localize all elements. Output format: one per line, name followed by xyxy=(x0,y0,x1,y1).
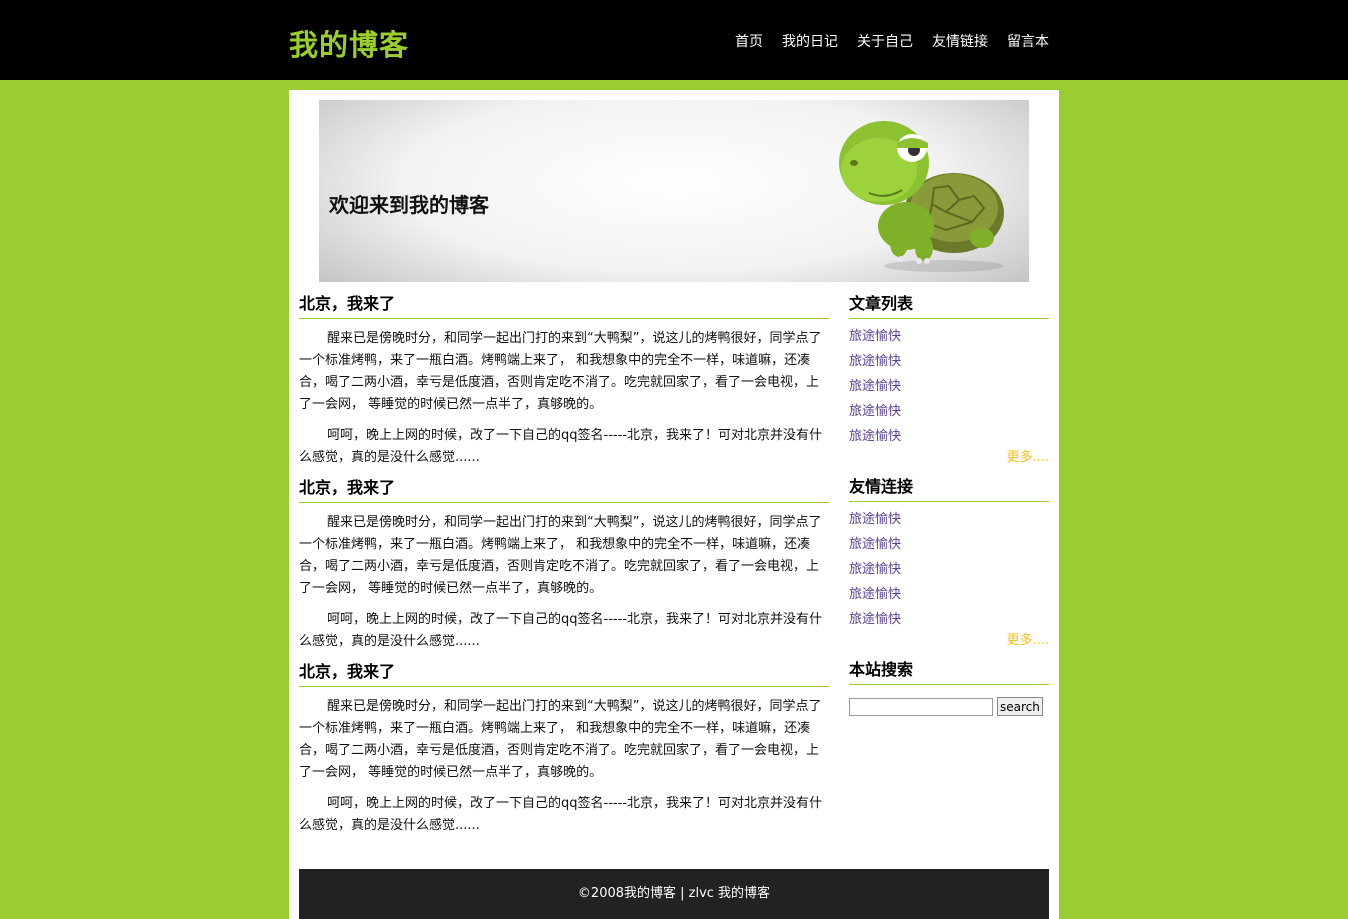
friend-link[interactable]: 旅途愉快 xyxy=(849,587,901,602)
banner-title: 欢迎来到我的博客 xyxy=(329,193,489,217)
nav-home[interactable]: 首页 xyxy=(735,31,763,51)
list-item: 旅途愉快 xyxy=(849,532,1049,557)
search-button[interactable]: search xyxy=(997,697,1043,716)
article-paragraph: 醒来已是傍晚时分，和同学一起出门打的来到“大鸭梨”，说这儿的烤鸭很好，同学点了一… xyxy=(299,331,822,412)
article-link[interactable]: 旅途愉快 xyxy=(849,404,901,419)
list-item: 旅途愉快 xyxy=(849,582,1049,607)
article-link[interactable]: 旅途愉快 xyxy=(849,379,901,394)
friend-link[interactable]: 旅途愉快 xyxy=(849,612,901,627)
article-link[interactable]: 旅途愉快 xyxy=(849,329,901,344)
article-paragraph: 呵呵，晚上上网的时候，改了一下自己的qq签名-----北京，我来了！可对北京并没… xyxy=(299,612,822,649)
article-link[interactable]: 旅途愉快 xyxy=(849,354,901,369)
top-bar-inner: 我的博客 首页 我的日记 关于自己 友情链接 留言本 xyxy=(289,0,1059,80)
nav-diary[interactable]: 我的日记 xyxy=(782,31,838,51)
article-title[interactable]: 北京，我来了 xyxy=(299,477,829,503)
article-paragraph: 呵呵，晚上上网的时候，改了一下自己的qq签名-----北京，我来了！可对北京并没… xyxy=(299,428,822,465)
search-input[interactable] xyxy=(849,697,993,716)
footer: ©2008我的博客 | zlvc 我的博客 xyxy=(299,869,1049,919)
friend-link[interactable]: 旅途愉快 xyxy=(849,537,901,552)
article-paragraph: 醒来已是傍晚时分，和同学一起出门打的来到“大鸭梨”，说这儿的烤鸭很好，同学点了一… xyxy=(299,515,822,596)
article: 北京，我来了 醒来已是傍晚时分，和同学一起出门打的来到“大鸭梨”，说这儿的烤鸭很… xyxy=(299,661,829,837)
site-logo[interactable]: 我的博客 xyxy=(289,22,409,64)
article: 北京，我来了 醒来已是傍晚时分，和同学一起出门打的来到“大鸭梨”，说这儿的烤鸭很… xyxy=(299,477,829,653)
list-item: 旅途愉快 xyxy=(849,424,1049,449)
friend-links-section: 友情连接 旅途愉快 旅途愉快 旅途愉快 旅途愉快 旅途愉快 更多.... xyxy=(849,476,1049,651)
friend-link[interactable]: 旅途愉快 xyxy=(849,562,901,577)
article: 北京，我来了 醒来已是傍晚时分，和同学一起出门打的来到“大鸭梨”，说这儿的烤鸭很… xyxy=(299,293,829,469)
list-item: 旅途愉快 xyxy=(849,607,1049,632)
article-list: 旅途愉快 旅途愉快 旅途愉快 旅途愉快 旅途愉快 xyxy=(849,324,1049,449)
more-links-link[interactable]: 更多.... xyxy=(1006,633,1049,648)
list-item: 旅途愉快 xyxy=(849,399,1049,424)
nav-guestbook[interactable]: 留言本 xyxy=(1007,31,1049,51)
nav-about[interactable]: 关于自己 xyxy=(857,31,913,51)
list-item: 旅途愉快 xyxy=(849,557,1049,582)
more-row: 更多.... xyxy=(849,630,1049,651)
article-title[interactable]: 北京，我来了 xyxy=(299,661,829,687)
article-link[interactable]: 旅途愉快 xyxy=(849,429,901,444)
search-row: search xyxy=(849,697,1049,716)
article-paragraph: 醒来已是傍晚时分，和同学一起出门打的来到“大鸭梨”，说这儿的烤鸭很好，同学点了一… xyxy=(299,699,822,780)
nav-links[interactable]: 友情链接 xyxy=(932,31,988,51)
list-item: 旅途愉快 xyxy=(849,507,1049,532)
article-paragraph: 呵呵，晚上上网的时候，改了一下自己的qq签名-----北京，我来了！可对北京并没… xyxy=(299,796,822,833)
friend-link[interactable]: 旅途愉快 xyxy=(849,512,901,527)
friend-links-heading: 友情连接 xyxy=(849,476,1049,502)
article-title[interactable]: 北京，我来了 xyxy=(299,293,829,319)
site-search-heading: 本站搜索 xyxy=(849,659,1049,685)
list-item: 旅途愉快 xyxy=(849,349,1049,374)
list-item: 旅途愉快 xyxy=(849,374,1049,399)
top-bar: 我的博客 首页 我的日记 关于自己 友情链接 留言本 xyxy=(0,0,1348,80)
main-content: 北京，我来了 醒来已是傍晚时分，和同学一起出门打的来到“大鸭梨”，说这儿的烤鸭很… xyxy=(299,293,829,845)
sidebar: 文章列表 旅途愉快 旅途愉快 旅途愉快 旅途愉快 旅途愉快 更多.... 友情连… xyxy=(849,293,1049,724)
friend-links-list: 旅途愉快 旅途愉快 旅途愉快 旅途愉快 旅途愉快 xyxy=(849,507,1049,632)
more-articles-link[interactable]: 更多.... xyxy=(1006,450,1049,465)
list-item: 旅途愉快 xyxy=(849,324,1049,349)
page-container: 欢迎来到我的博客 北京，我来了 醒来已是傍晚时分，和同学一起出门打的来到“大鸭梨… xyxy=(289,90,1059,919)
article-list-section: 文章列表 旅途愉快 旅途愉快 旅途愉快 旅途愉快 旅途愉快 更多.... xyxy=(849,293,1049,468)
article-list-heading: 文章列表 xyxy=(849,293,1049,319)
turtle-illustration xyxy=(839,121,1004,272)
banner: 欢迎来到我的博客 xyxy=(319,100,1029,282)
main-nav: 首页 我的日记 关于自己 友情链接 留言本 xyxy=(716,31,1049,51)
more-row: 更多.... xyxy=(849,447,1049,468)
site-search-section: 本站搜索 search xyxy=(849,659,1049,716)
